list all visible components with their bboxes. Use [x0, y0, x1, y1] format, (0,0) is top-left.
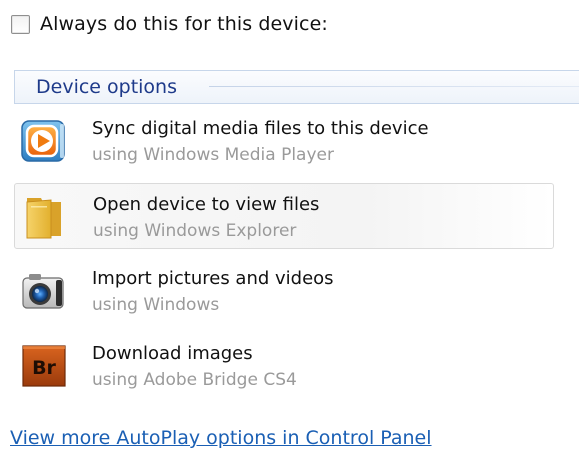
option-subtitle: using Adobe Bridge CS4 — [92, 370, 297, 390]
option-title: Open device to view files — [93, 194, 320, 215]
option-subtitle: using Windows Media Player — [92, 145, 334, 165]
device-options-header: Device options — [14, 70, 579, 104]
group-title: Device options — [36, 76, 177, 98]
option-subtitle: using Windows Explorer — [93, 221, 297, 241]
view-more-autoplay-link[interactable]: View more AutoPlay options in Control Pa… — [10, 427, 432, 449]
option-title: Download images — [92, 343, 253, 364]
adobe-bridge-icon: Br — [22, 345, 66, 387]
option-import-pictures[interactable]: Import pictures and videos using Windows — [14, 258, 554, 324]
folder-icon — [26, 198, 61, 239]
option-download-images[interactable]: Br Download images using Adobe Bridge CS… — [14, 333, 554, 399]
windows-media-player-icon — [21, 120, 65, 162]
camera-icon — [22, 274, 64, 309]
option-title: Import pictures and videos — [92, 268, 334, 289]
option-title: Sync digital media files to this device — [92, 118, 429, 139]
option-subtitle: using Windows — [92, 295, 220, 315]
always-do-this-checkbox[interactable] — [11, 14, 30, 34]
option-open-device[interactable]: Open device to view files using Windows … — [14, 183, 554, 249]
group-divider — [209, 86, 579, 87]
always-do-this-label: Always do this for this device: — [40, 13, 328, 35]
always-do-this-row[interactable]: Always do this for this device: — [11, 10, 328, 38]
option-sync-media[interactable]: Sync digital media files to this device … — [14, 108, 554, 174]
bridge-icon-text: Br — [32, 357, 56, 379]
